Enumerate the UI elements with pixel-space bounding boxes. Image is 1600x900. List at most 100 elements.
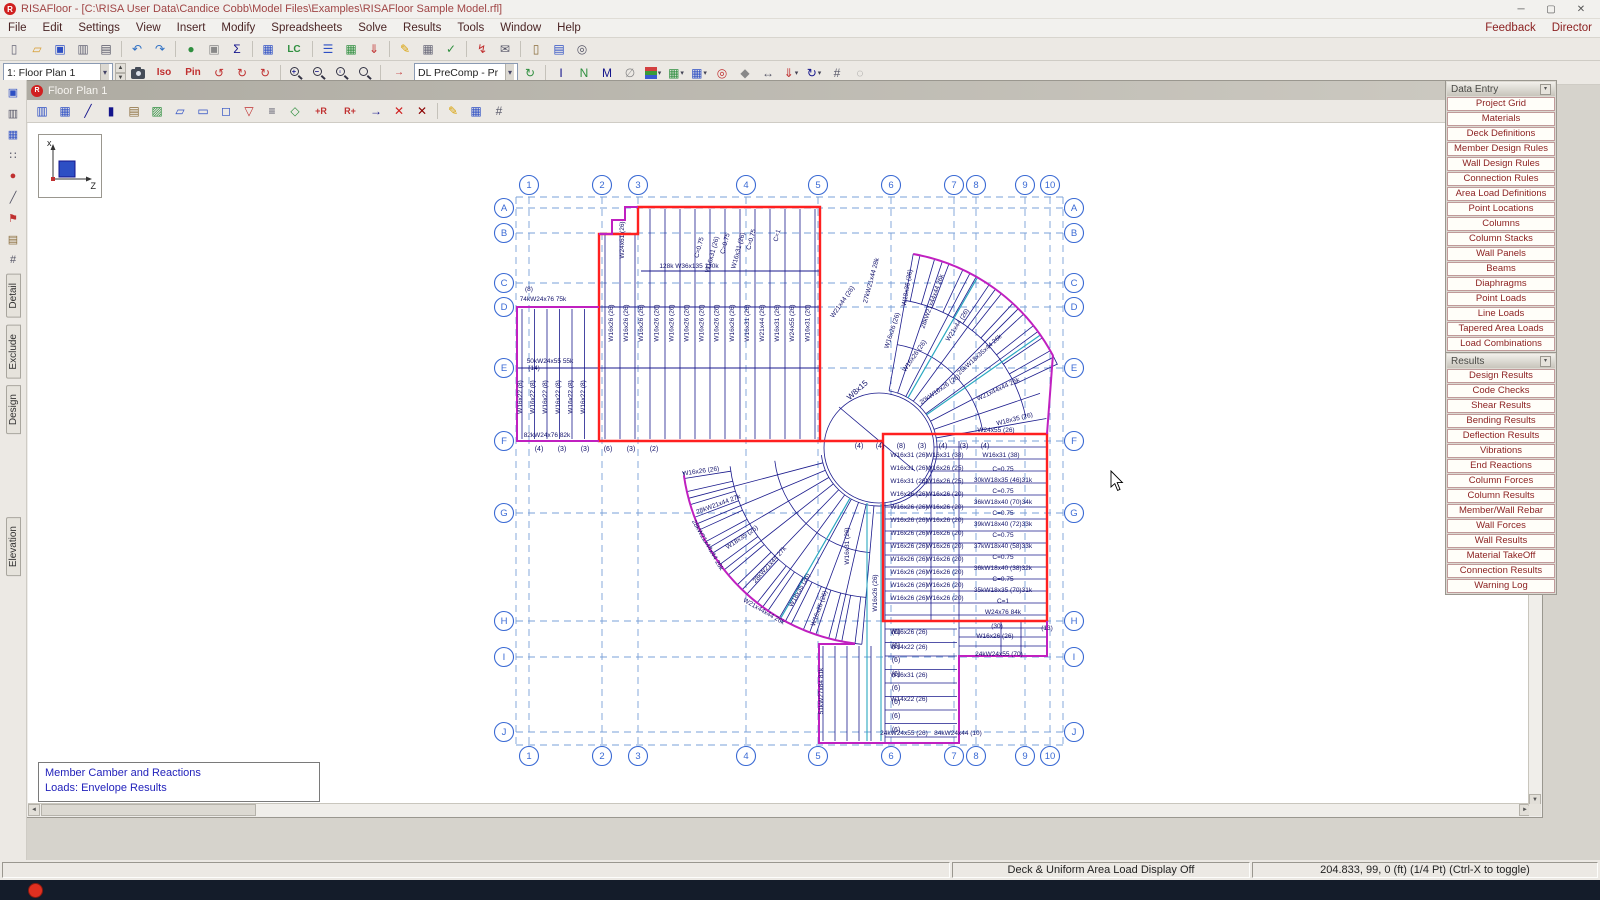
data-entry-item-line-loads[interactable]: Line Loads xyxy=(1447,307,1555,321)
data-entry-collapse-icon[interactable]: ▾ xyxy=(1540,84,1551,95)
menu-edit[interactable]: Edit xyxy=(35,22,71,34)
results-item-end-reactions[interactable]: End Reactions xyxy=(1447,459,1555,473)
results-item-shear-results[interactable]: Shear Results xyxy=(1447,399,1555,413)
sidebar-tab-detail[interactable]: Detail xyxy=(6,274,21,318)
flag-icon[interactable]: ⚑ xyxy=(4,209,22,227)
data-entry-item-deck-definitions[interactable]: Deck Definitions xyxy=(1447,127,1555,141)
layers-icon[interactable]: ▤ xyxy=(4,230,22,248)
results-header[interactable]: Results▾ xyxy=(1447,354,1555,368)
point-support-icon[interactable]: ▽ xyxy=(238,101,260,122)
data-entry-item-area-load-definitions[interactable]: Area Load Definitions xyxy=(1447,187,1555,201)
maximize-button[interactable]: ▢ xyxy=(1536,1,1566,17)
results-item-column-results[interactable]: Column Results xyxy=(1447,489,1555,503)
rotate-r+-button[interactable]: R+ xyxy=(336,101,364,122)
project-grid-icon[interactable]: ▦ xyxy=(54,101,76,122)
properties-icon[interactable]: # xyxy=(4,251,22,269)
results-item-bending-results[interactable]: Bending Results xyxy=(1447,414,1555,428)
design-icon[interactable]: ✓ xyxy=(440,39,462,60)
results-collapse-icon[interactable]: ▾ xyxy=(1540,356,1551,367)
redo-icon[interactable]: ↷ xyxy=(149,39,171,60)
merge-icon[interactable]: ◇ xyxy=(284,101,306,122)
results-item-deflection-results[interactable]: Deflection Results xyxy=(1447,429,1555,443)
save-icon[interactable]: ▣ xyxy=(49,39,71,60)
members-spreadsheet-icon[interactable]: ☰ xyxy=(317,39,339,60)
data-entry-item-point-loads[interactable]: Point Loads xyxy=(1447,292,1555,306)
close-button[interactable]: ✕ xyxy=(1566,1,1596,17)
floor-plan-titlebar[interactable]: R Floor Plan 1 xyxy=(27,81,1542,100)
horizontal-scroll-thumb[interactable] xyxy=(41,804,256,816)
draw-slab-edge-icon[interactable]: ▱ xyxy=(169,101,191,122)
data-entry-item-materials[interactable]: Materials xyxy=(1447,112,1555,126)
menu-results[interactable]: Results xyxy=(395,22,449,34)
envelope-icon[interactable]: ✉ xyxy=(494,39,516,60)
snap-grid-icon[interactable]: # xyxy=(488,101,510,122)
open-folder-icon[interactable]: ▱ xyxy=(26,39,48,60)
measure-icon[interactable]: ╱ xyxy=(4,188,22,206)
draw-columns-icon[interactable]: ▮ xyxy=(100,101,122,122)
data-entry-item-project-grid[interactable]: Project Grid xyxy=(1447,97,1555,111)
clipboard-icon[interactable]: ▯ xyxy=(525,39,547,60)
menu-director[interactable]: Director xyxy=(1544,22,1600,34)
results-item-code-checks[interactable]: Code Checks xyxy=(1447,384,1555,398)
spreadsheets-icon[interactable]: ▦ xyxy=(417,39,439,60)
delete-all-icon[interactable]: ✕ xyxy=(411,101,433,122)
delete-icon[interactable]: ✕ xyxy=(388,101,410,122)
sum-icon[interactable]: Σ xyxy=(226,39,248,60)
data-entry-item-load-combinations[interactable]: Load Combinations xyxy=(1447,337,1555,351)
move-icon[interactable]: → xyxy=(365,101,387,122)
drawing-grid-icon[interactable]: ▦ xyxy=(4,125,22,143)
graphic-editing-icon[interactable]: ✎ xyxy=(394,39,416,60)
draw-deck-icon[interactable]: ▨ xyxy=(146,101,168,122)
new-view-icon[interactable]: ▥ xyxy=(31,101,53,122)
print-icon[interactable]: ▤ xyxy=(95,39,117,60)
rotate-+r-button[interactable]: +R xyxy=(307,101,335,122)
results-item-connection-results[interactable]: Connection Results xyxy=(1447,564,1555,578)
beam-detail-icon[interactable]: ≡ xyxy=(261,101,283,122)
data-entry-item-beams[interactable]: Beams xyxy=(1447,262,1555,276)
results-item-member-wall-rebar[interactable]: Member/Wall Rebar xyxy=(1447,504,1555,518)
search-icon[interactable]: ◎ xyxy=(571,39,593,60)
results-item-vibrations[interactable]: Vibrations xyxy=(1447,444,1555,458)
menu-file[interactable]: File xyxy=(0,22,35,34)
sidebar-tab-design[interactable]: Design xyxy=(6,385,21,434)
sidebar-tab-elevation[interactable]: Elevation xyxy=(6,517,21,576)
project-grid-icon[interactable]: ▦ xyxy=(257,39,279,60)
data-entry-item-column-stacks[interactable]: Column Stacks xyxy=(1447,232,1555,246)
data-entry-item-point-locations[interactable]: Point Locations xyxy=(1447,202,1555,216)
menu-insert[interactable]: Insert xyxy=(169,22,214,34)
menu-spreadsheets[interactable]: Spreadsheets xyxy=(263,22,350,34)
menu-window[interactable]: Window xyxy=(492,22,549,34)
sidebar-tab-exclude[interactable]: Exclude xyxy=(6,325,21,379)
new-file-icon[interactable]: ▯ xyxy=(3,39,25,60)
taskbar-app-icon[interactable] xyxy=(28,883,43,898)
copy-icon[interactable]: ▥ xyxy=(72,39,94,60)
data-entry-item-diaphragms[interactable]: Diaphragms xyxy=(1447,277,1555,291)
results-item-wall-results[interactable]: Wall Results xyxy=(1447,534,1555,548)
results-item-design-results[interactable]: Design Results xyxy=(1447,369,1555,383)
menu-feedback[interactable]: Feedback xyxy=(1477,22,1544,34)
redline-icon[interactable]: ● xyxy=(4,167,22,185)
results-item-wall-forces[interactable]: Wall Forces xyxy=(1447,519,1555,533)
model-view-icon[interactable]: ▣ xyxy=(4,83,22,101)
deck-spreadsheet-icon[interactable]: ▦ xyxy=(340,39,362,60)
globe-icon[interactable]: ● xyxy=(180,39,202,60)
model-canvas[interactable]: 74kW24x76 75k50kW24x55 55k82kW24x76 82k(… xyxy=(28,123,1531,806)
scroll-left-icon[interactable]: ◄ xyxy=(28,804,40,816)
menu-settings[interactable]: Settings xyxy=(70,22,128,34)
menu-modify[interactable]: Modify xyxy=(213,22,263,34)
graphic-edit-icon[interactable]: ✎ xyxy=(442,101,464,122)
data-entry-item-wall-panels[interactable]: Wall Panels xyxy=(1447,247,1555,261)
menu-help[interactable]: Help xyxy=(549,22,589,34)
loads-spreadsheet-icon[interactable]: ⇓ xyxy=(363,39,385,60)
horizontal-scrollbar[interactable]: ◄ ► xyxy=(28,803,1531,816)
solve-icon[interactable]: ↯ xyxy=(471,39,493,60)
draw-opening-icon[interactable]: ▭ xyxy=(192,101,214,122)
menu-tools[interactable]: Tools xyxy=(449,22,492,34)
menu-solve[interactable]: Solve xyxy=(350,22,395,34)
snap-settings-icon[interactable]: ∷ xyxy=(4,146,22,164)
draw-walls-icon[interactable]: ▤ xyxy=(123,101,145,122)
spreadsheet-icon[interactable]: ▦ xyxy=(465,101,487,122)
data-entry-header[interactable]: Data Entry▾ xyxy=(1447,82,1555,96)
data-entry-item-wall-design-rules[interactable]: Wall Design Rules xyxy=(1447,157,1555,171)
results-item-warning-log[interactable]: Warning Log xyxy=(1447,579,1555,593)
